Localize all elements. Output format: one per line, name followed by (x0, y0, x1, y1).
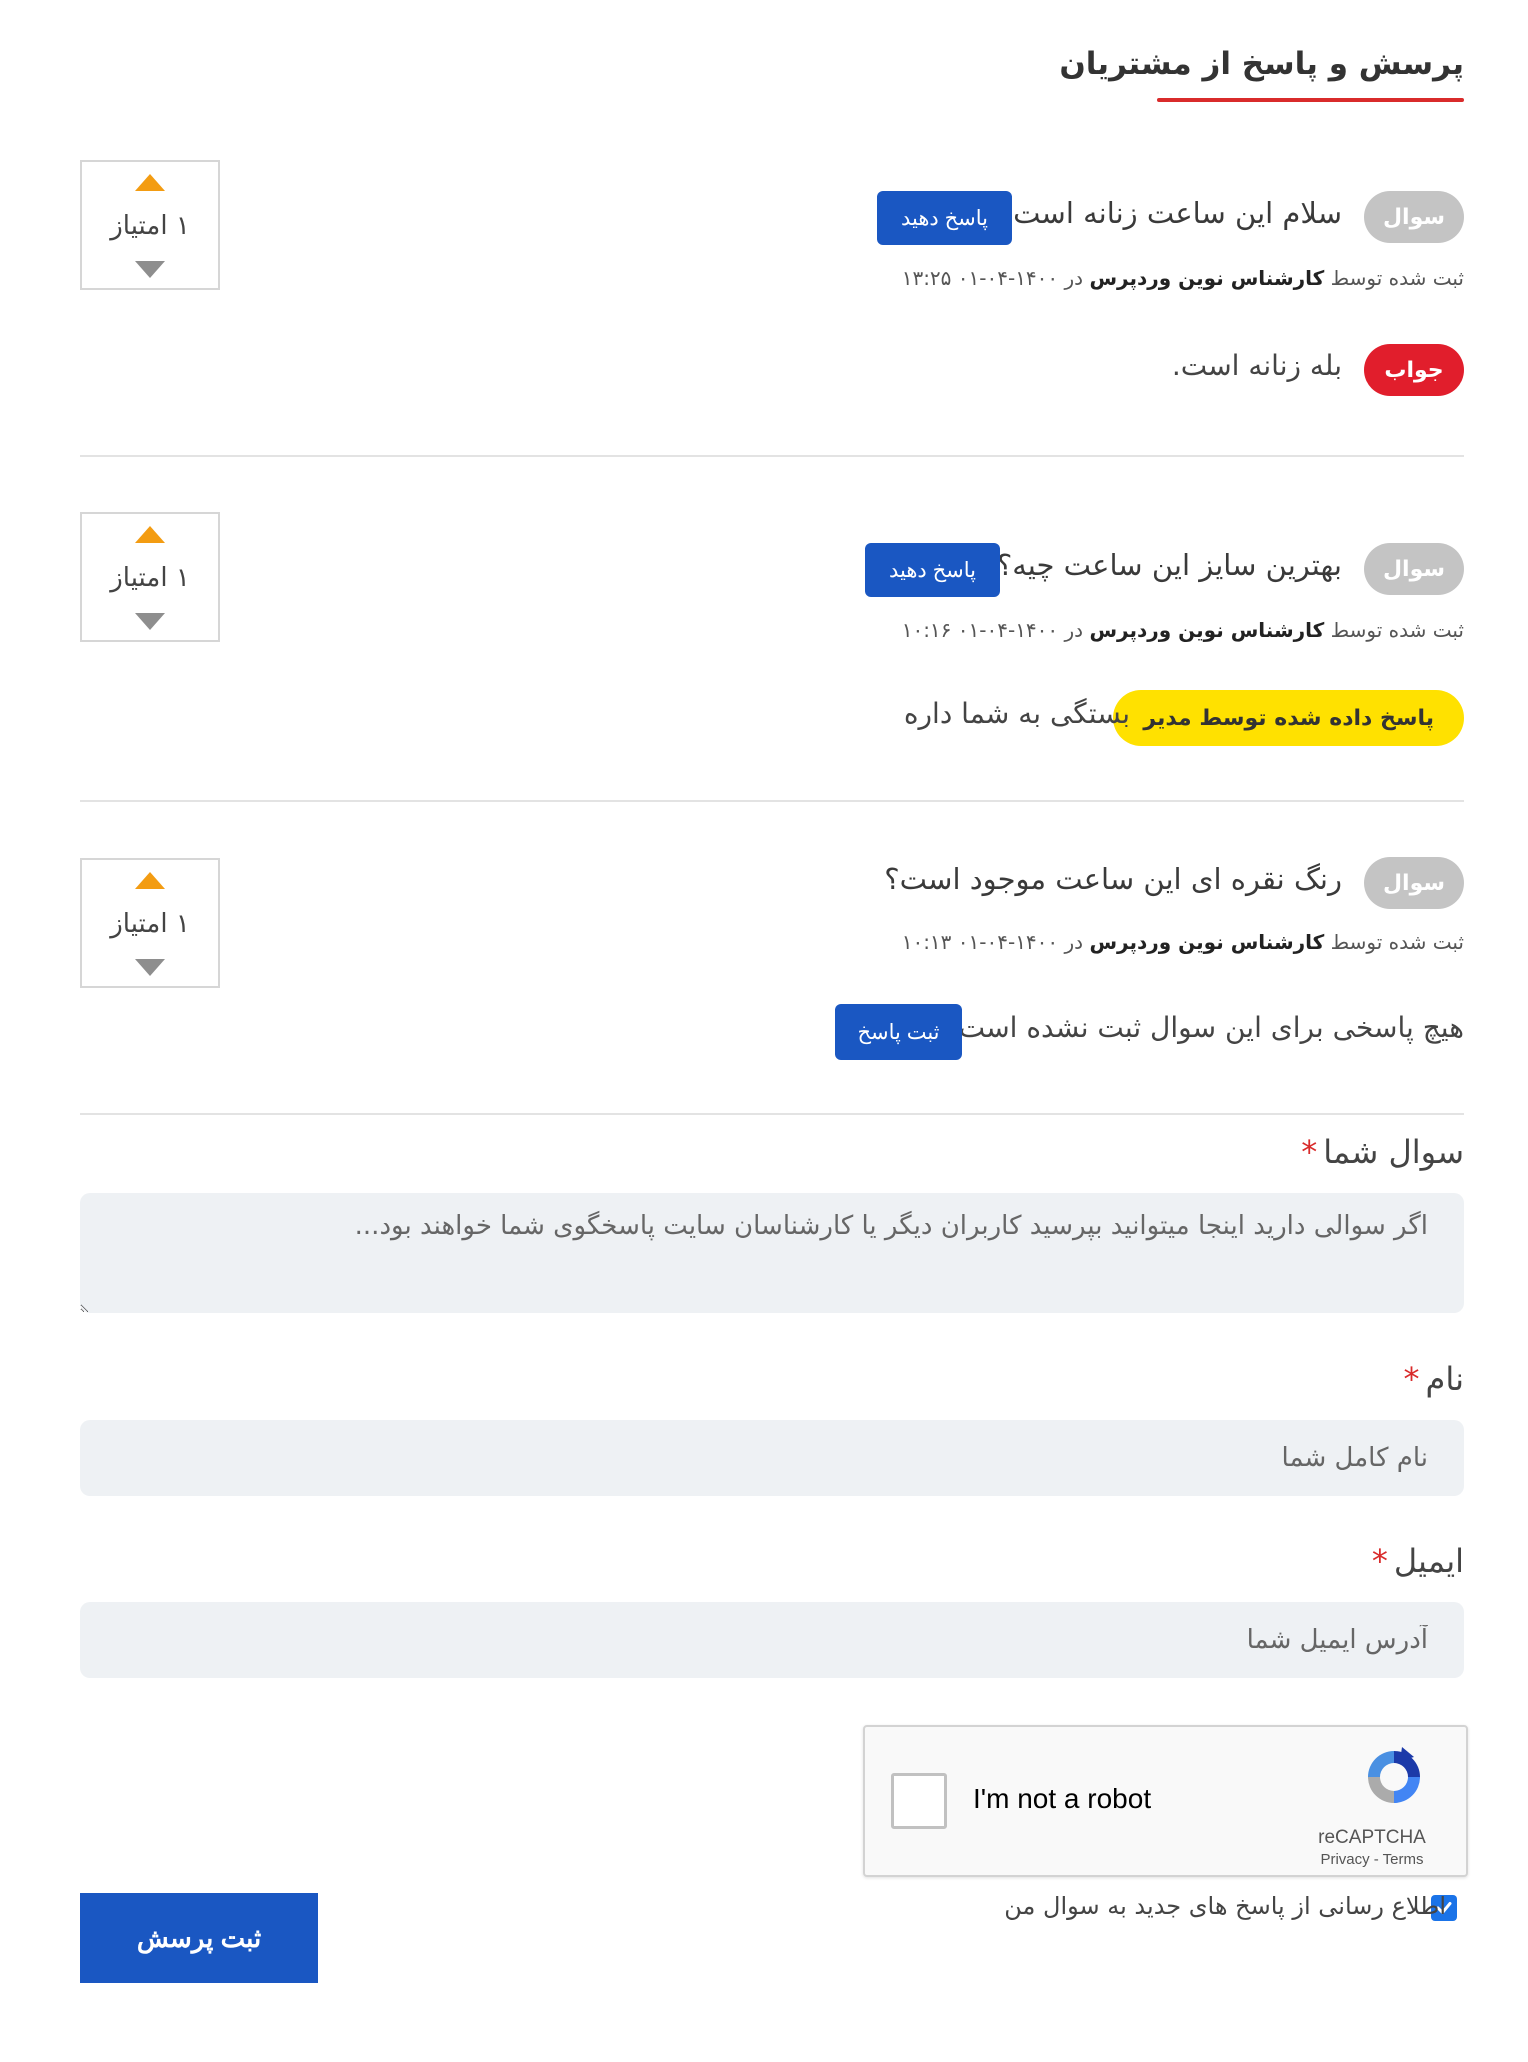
question-meta: ثبت شده توسط کارشناس نوین وردپرس در ۱۴۰۰… (902, 266, 1464, 290)
meta-author: کارشناس نوین وردپرس (1089, 930, 1325, 954)
vote-box: ۱ امتیاز (80, 160, 220, 290)
answer-badge: جواب (1364, 344, 1464, 396)
notify-label: اطلاع رسانی از پاسخ های جدید به سوال من (1004, 1892, 1446, 1920)
recaptcha-widget: I'm not a robot reCAPTCHA Privacy - Term… (863, 1725, 1468, 1877)
question-meta: ثبت شده توسط کارشناس نوین وردپرس در ۱۴۰۰… (902, 618, 1464, 642)
question-badge: سوال (1364, 191, 1464, 243)
question-text: سلام این ساعت زنانه است؟ (997, 196, 1342, 230)
email-field-label: ایمیل* (1372, 1542, 1464, 1580)
question-field-label: سوال شما* (1301, 1133, 1464, 1171)
vote-down-icon[interactable] (135, 261, 165, 278)
vote-score: ۱ امتیاز (110, 909, 190, 939)
title-underline (1157, 98, 1464, 102)
question-label-text: سوال شما (1323, 1133, 1464, 1171)
email-label-text: ایمیل (1393, 1542, 1464, 1580)
vote-score: ۱ امتیاز (110, 563, 190, 593)
reply-button[interactable]: پاسخ دهید (865, 543, 1000, 597)
question-badge: سوال (1364, 543, 1464, 595)
qa-divider (80, 455, 1464, 457)
vote-box: ۱ امتیاز (80, 858, 220, 988)
submit-answer-button[interactable]: ثبت پاسخ (835, 1004, 962, 1060)
no-answer-text: هیچ پاسخی برای این سوال ثبت نشده است. (949, 1011, 1464, 1044)
question-textarea[interactable] (80, 1193, 1464, 1313)
vote-score: ۱ امتیاز (110, 211, 190, 241)
qa-divider (80, 800, 1464, 802)
meta-prefix: ثبت شده توسط (1330, 266, 1464, 290)
meta-in: در (1064, 930, 1084, 954)
meta-date: ۱۴۰۰-۰۴-۰۱ ۱۳:۲۵ (901, 266, 1059, 290)
answer-text: بله زنانه است. (1171, 349, 1342, 382)
answer-text: بستگی به شما داره (903, 697, 1130, 730)
meta-in: در (1064, 266, 1084, 290)
recaptcha-brand: reCAPTCHA (1318, 1827, 1426, 1848)
recaptcha-links[interactable]: Privacy - Terms (1302, 1851, 1442, 1868)
meta-prefix: ثبت شده توسط (1330, 618, 1464, 642)
reply-button[interactable]: پاسخ دهید (877, 191, 1012, 245)
recaptcha-checkbox[interactable] (891, 1773, 947, 1829)
meta-author: کارشناس نوین وردپرس (1089, 266, 1325, 290)
name-field-label: نام* (1404, 1360, 1464, 1398)
vote-down-icon[interactable] (135, 613, 165, 630)
recaptcha-logo-icon (1368, 1747, 1420, 1803)
required-mark: * (1301, 1133, 1318, 1171)
meta-in: در (1064, 618, 1084, 642)
meta-author: کارشناس نوین وردپرس (1089, 618, 1325, 642)
qa-divider (80, 1113, 1464, 1115)
question-text: بهترین سایز این ساعت چیه؟ (996, 548, 1342, 582)
question-badge: سوال (1364, 857, 1464, 909)
admin-answer-badge: پاسخ داده شده توسط مدیر (1113, 690, 1464, 746)
required-mark: * (1403, 1360, 1420, 1398)
vote-up-icon[interactable] (135, 526, 165, 543)
name-input[interactable] (80, 1420, 1464, 1496)
email-input[interactable] (80, 1602, 1464, 1678)
vote-down-icon[interactable] (135, 959, 165, 976)
meta-date: ۱۴۰۰-۰۴-۰۱ ۱۰:۱۶ (901, 618, 1059, 642)
vote-up-icon[interactable] (135, 174, 165, 191)
question-text: رنگ نقره ای این ساعت موجود است؟ (884, 862, 1342, 896)
meta-date: ۱۴۰۰-۰۴-۰۱ ۱۰:۱۳ (901, 930, 1059, 954)
required-mark: * (1371, 1542, 1388, 1580)
vote-box: ۱ امتیاز (80, 512, 220, 642)
section-title: پرسش و پاسخ از مشتریان (1059, 46, 1464, 82)
vote-up-icon[interactable] (135, 872, 165, 889)
submit-question-button[interactable]: ثبت پرسش (80, 1893, 318, 1983)
meta-prefix: ثبت شده توسط (1330, 930, 1464, 954)
name-label-text: نام (1425, 1360, 1464, 1398)
question-meta: ثبت شده توسط کارشناس نوین وردپرس در ۱۴۰۰… (902, 930, 1464, 954)
recaptcha-label: I'm not a robot (973, 1783, 1152, 1814)
